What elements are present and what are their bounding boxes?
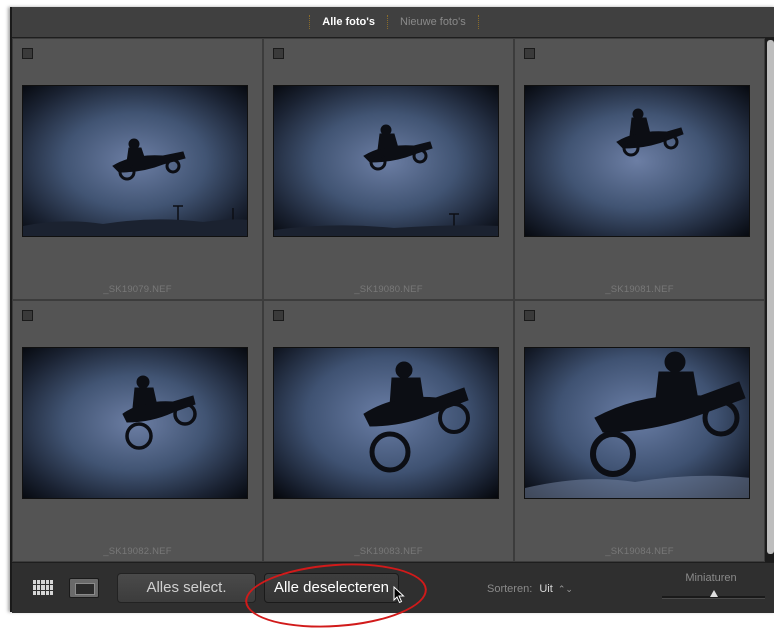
bottom-toolbar: Alles select. Alle deselecteren Sorteren… <box>12 557 774 633</box>
photo-thumbnail[interactable] <box>273 85 499 237</box>
photo-checkbox[interactable] <box>22 310 33 321</box>
photo-checkbox[interactable] <box>524 310 535 321</box>
cursor-icon <box>393 586 405 604</box>
thumbnail-size-slider[interactable] <box>662 590 765 599</box>
slider-knob[interactable] <box>709 590 718 597</box>
photo-filename: _SK19082.NEF <box>103 546 172 557</box>
photo-cell[interactable]: _SK19084.NEF <box>514 300 765 562</box>
photo-filename: _SK19084.NEF <box>605 546 674 557</box>
photo-cell[interactable]: _SK19082.NEF <box>12 300 263 562</box>
photo-cell[interactable]: _SK19080.NEF <box>263 38 514 300</box>
loupe-icon[interactable] <box>69 578 99 598</box>
sort-arrows-icon[interactable]: ⌃⌄ <box>558 584 573 594</box>
grid-scrollbar[interactable] <box>765 38 774 562</box>
photo-thumbnail[interactable] <box>524 85 750 237</box>
photo-thumbnail[interactable] <box>524 347 750 499</box>
select-all-button[interactable]: Alles select. <box>117 573 256 603</box>
photo-checkbox[interactable] <box>524 48 535 59</box>
photo-checkbox[interactable] <box>22 48 33 59</box>
photo-cell[interactable]: _SK19081.NEF <box>514 38 765 300</box>
tab-all-photos[interactable]: Alle foto's <box>318 7 379 37</box>
photo-thumbnail[interactable] <box>22 85 248 237</box>
photo-thumbnail[interactable] <box>273 347 499 499</box>
photo-cell[interactable]: _SK19079.NEF <box>12 38 263 300</box>
tab-separator <box>387 15 389 29</box>
thumbnails-label: Miniaturen <box>685 572 737 584</box>
photo-filename: _SK19083.NEF <box>354 546 423 557</box>
photo-filename: _SK19081.NEF <box>605 284 674 295</box>
photo-cell[interactable]: _SK19083.NEF <box>263 300 514 562</box>
grid-icon[interactable] <box>32 579 54 596</box>
sort-label: Sorteren: <box>487 583 533 595</box>
scrollbar-thumb[interactable] <box>767 40 774 554</box>
photo-filename: _SK19080.NEF <box>354 284 423 295</box>
import-dialog: Alle foto's Nieuwe foto's _SK19079.NEF _… <box>10 7 774 633</box>
tab-new-photos[interactable]: Nieuwe foto's <box>396 7 470 37</box>
photo-checkbox[interactable] <box>273 310 284 321</box>
tab-separator <box>309 15 311 29</box>
photo-thumbnail[interactable] <box>22 347 248 499</box>
photo-grid: _SK19079.NEF _SK19080.NEF _SK19081.NEF _… <box>12 38 765 562</box>
filter-tabs-bar: Alle foto's Nieuwe foto's <box>12 7 774 38</box>
sort-value[interactable]: Uit <box>539 583 552 595</box>
tab-separator <box>477 15 479 29</box>
photo-checkbox[interactable] <box>273 48 284 59</box>
photo-filename: _SK19079.NEF <box>103 284 172 295</box>
sort-control[interactable]: Sorteren: Uit ⌃⌄ <box>487 583 573 595</box>
